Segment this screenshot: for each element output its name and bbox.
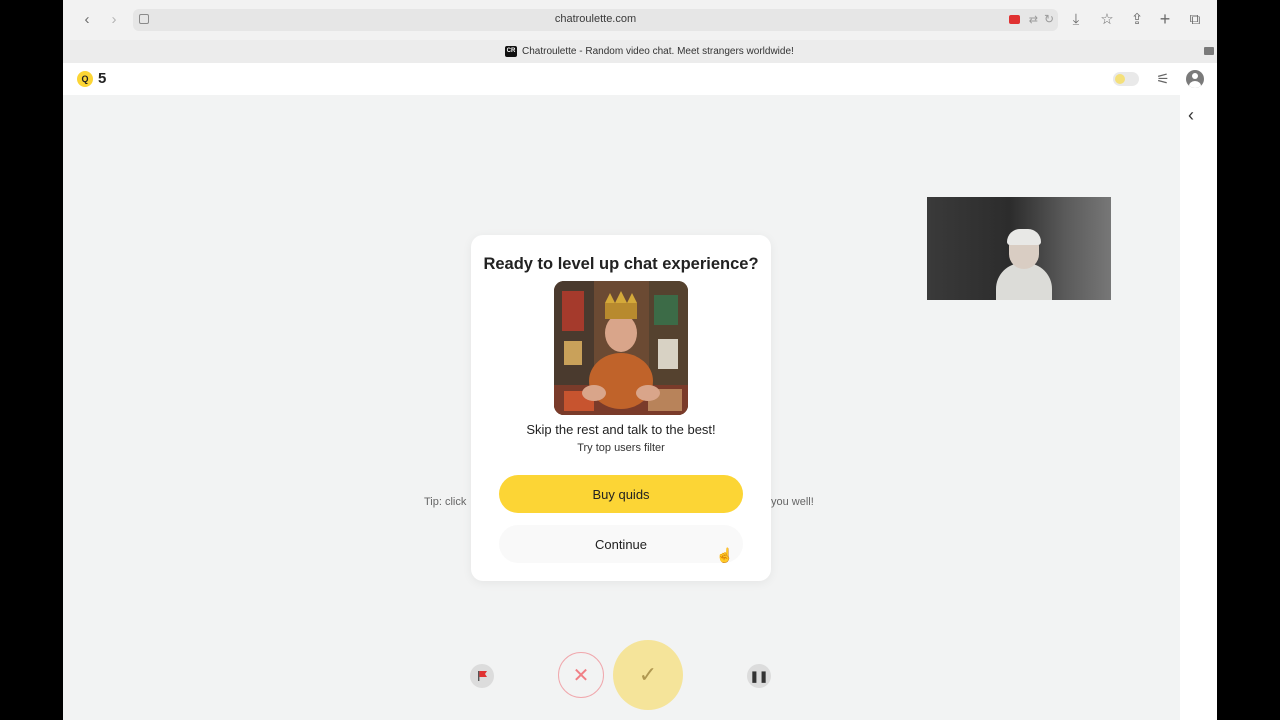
- tab-overview-icon[interactable]: ⧉: [1184, 8, 1206, 30]
- translate-icon[interactable]: ⇄: [1029, 13, 1038, 26]
- pause-icon: ❚❚: [749, 670, 769, 683]
- featured-user-illustration: [554, 281, 688, 415]
- address-url: chatroulette.com: [554, 13, 637, 25]
- camera-in-use-icon[interactable]: [1009, 15, 1020, 24]
- browser-window: ‹ › chatroulette.com ⇄ ↻ ⤓ ☆ ⇪ + ⧉ CR Ch…: [63, 0, 1217, 720]
- filter-settings-icon[interactable]: ⚟: [1153, 69, 1173, 89]
- close-icon: ✕: [572, 664, 590, 687]
- new-tab-icon[interactable]: +: [1154, 8, 1176, 30]
- tab-title[interactable]: Chatroulette - Random video chat. Meet s…: [522, 46, 794, 57]
- hand-cursor-icon: ☝: [716, 547, 734, 563]
- tab-favicon: CR: [505, 46, 517, 57]
- address-bar[interactable]: chatroulette.com ⇄ ↻: [133, 9, 1058, 31]
- quid-balance: 5: [98, 70, 107, 87]
- browser-toolbar: ‹ › chatroulette.com ⇄ ↻ ⤓ ☆ ⇪ + ⧉: [63, 0, 1217, 40]
- side-panel: ‹: [1180, 95, 1217, 720]
- tab-bar: CR Chatroulette - Random video chat. Mee…: [63, 40, 1217, 63]
- flag-icon: [478, 671, 487, 681]
- quid-coin-icon: Q: [77, 71, 93, 87]
- checkmark-icon: ✓: [638, 662, 658, 687]
- profile-avatar-icon[interactable]: [1186, 70, 1204, 88]
- continue-button[interactable]: Continue: [499, 525, 743, 563]
- tip-text-right: you well!: [771, 496, 814, 508]
- theme-toggle[interactable]: [1113, 72, 1139, 86]
- bookmark-star-icon[interactable]: ☆: [1096, 8, 1118, 30]
- person-cap: [1007, 229, 1041, 245]
- skip-button[interactable]: ✕: [558, 652, 604, 698]
- forward-icon[interactable]: ›: [103, 8, 125, 30]
- modal-subtitle: Skip the rest and talk to the best!: [526, 422, 716, 437]
- tip-text-left: Tip: click: [424, 496, 467, 508]
- buy-quids-button[interactable]: Buy quids: [499, 475, 743, 513]
- reload-icon[interactable]: ↻: [1044, 12, 1054, 26]
- pause-button[interactable]: ❚❚: [747, 664, 771, 688]
- share-icon[interactable]: ⇪: [1126, 8, 1148, 30]
- upsell-modal: Ready to level up chat experience? Skip …: [471, 235, 771, 581]
- download-icon[interactable]: ⤓: [1065, 8, 1087, 30]
- start-chat-button[interactable]: ✓: [613, 640, 683, 710]
- featured-user-photo: [554, 281, 688, 415]
- site-header: Q 5 ⚟: [63, 63, 1217, 95]
- self-camera-preview: [927, 197, 1111, 300]
- toggle-knob: [1115, 74, 1125, 84]
- collapse-panel-icon[interactable]: ‹: [1188, 105, 1194, 126]
- tab-camera-icon: [1204, 47, 1214, 55]
- report-button[interactable]: [470, 664, 494, 688]
- back-icon[interactable]: ‹: [76, 8, 98, 30]
- modal-title: Ready to level up chat experience?: [483, 255, 759, 273]
- modal-hint: Try top users filter: [577, 442, 665, 454]
